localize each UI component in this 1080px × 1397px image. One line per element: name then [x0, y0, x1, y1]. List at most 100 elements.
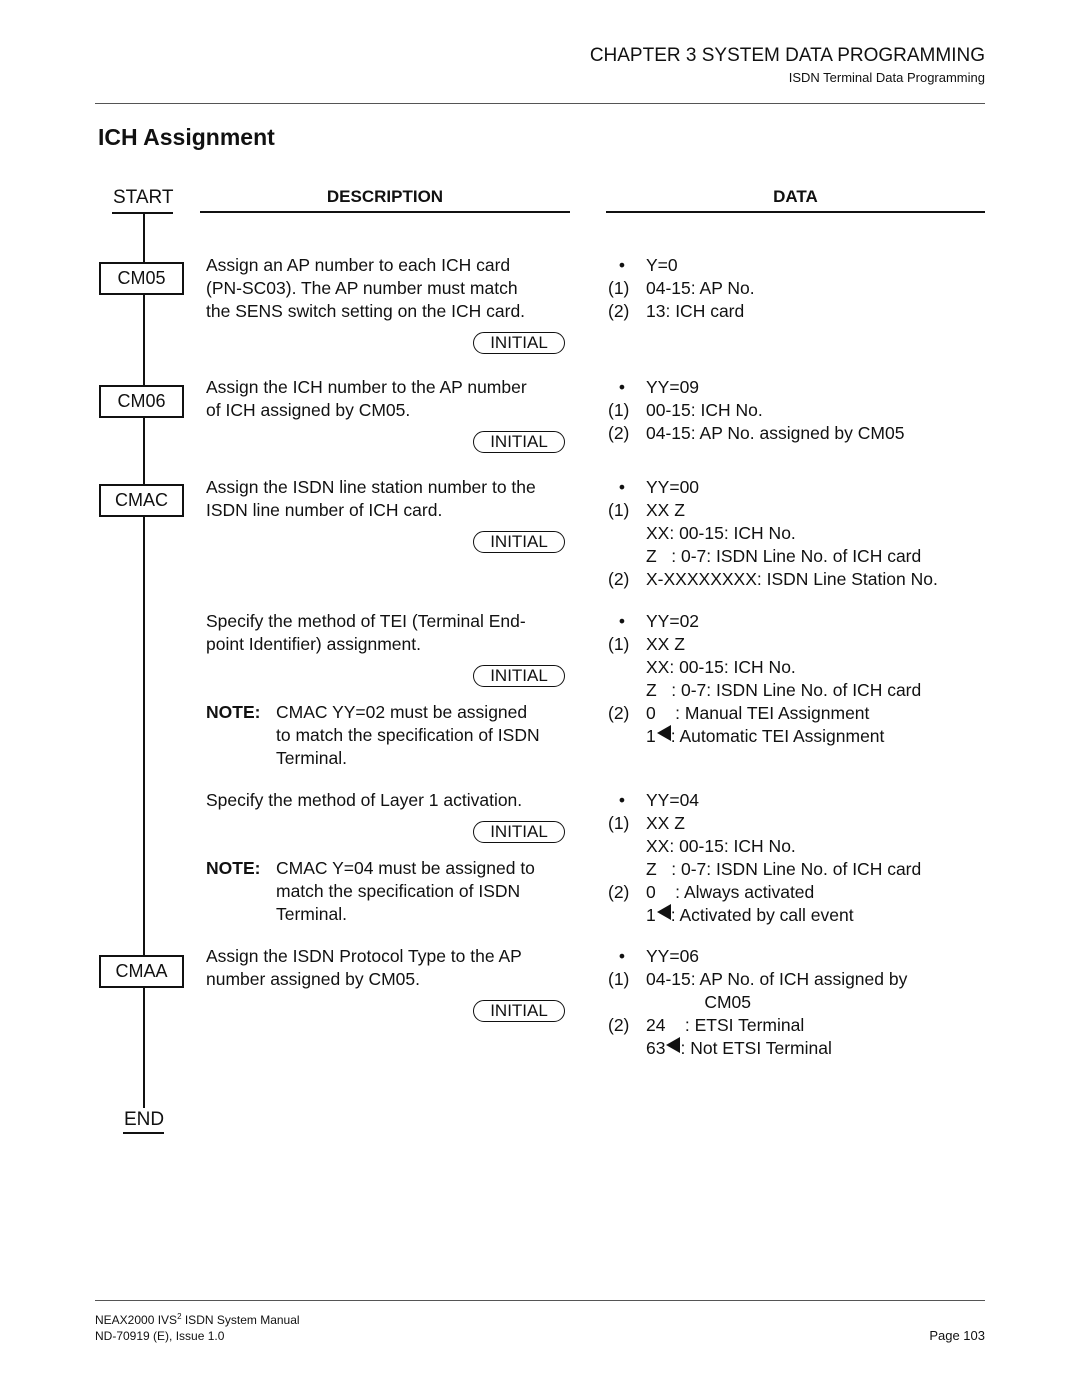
data-text: 04-15: AP No. assigned by CM05: [646, 423, 905, 443]
footer-divider: [95, 1300, 985, 1301]
data-text: XX Z: [646, 500, 685, 520]
description-column-header: DESCRIPTION: [326, 187, 444, 206]
note-cmac-yy02: NOTE: CMAC YY=02 must be assigned to match…: [206, 701, 576, 770]
data-row: XX: 00-15: ICH No.: [608, 522, 998, 545]
command-box-cmac: CMAC: [99, 484, 184, 517]
data-row: (1) XX Z: [608, 499, 998, 522]
data-text: : Automatic TEI Assignment: [670, 726, 885, 746]
data-row: (1) XX Z: [608, 812, 998, 835]
data-text: CM05: [646, 992, 752, 1012]
data-row: (2) X-XXXXXXXX: ISDN Line Station No.: [608, 568, 998, 591]
data-marker: (2): [608, 301, 630, 321]
data-row: • YY=09: [608, 376, 998, 399]
data-marker: (2): [608, 569, 630, 589]
data-marker: •: [618, 611, 626, 631]
data-column-header: DATA: [773, 187, 818, 206]
description-line: Assign the ICH number to the AP number: [206, 377, 527, 397]
default-marker-icon: [656, 904, 671, 920]
data-row: • YY=06: [608, 945, 998, 968]
data-text: YY=04: [646, 790, 700, 810]
data-marker: (1): [608, 634, 630, 654]
step-cmaa-description: Assign the ISDN Protocol Type to the AP …: [206, 945, 576, 991]
flow-end-label: END: [124, 1109, 165, 1130]
data-row: XX: 00-15: ICH No.: [608, 835, 998, 858]
initial-badge: INITIAL: [473, 1000, 565, 1022]
description-line: Assign the ISDN Protocol Type to the AP: [206, 946, 522, 966]
note-cmac-yy04: NOTE: CMAC Y=04 must be assigned to match …: [206, 857, 576, 926]
note-line: Terminal.: [276, 904, 347, 924]
command-box-cmaa: CMAA: [99, 955, 184, 988]
data-row: • YY=00: [608, 476, 998, 499]
data-marker: [608, 991, 646, 1014]
step-cmac-yy04-data: • YY=04 (1) XX Z XX: 00-15: ICH No. Z : 0-…: [608, 789, 998, 927]
data-marker: (1): [608, 400, 630, 420]
default-marker-icon: [666, 1037, 681, 1053]
step-cm05-data: • Y=0 (1) 04-15: AP No. (2) 13: ICH card: [608, 254, 998, 323]
data-row-default: 1: Activated by call event: [608, 904, 998, 927]
data-marker: (2): [608, 1015, 630, 1035]
data-text: Z : 0-7: ISDN Line No. of ICH card: [646, 859, 922, 879]
data-text: 04-15: AP No. of ICH assigned by: [646, 969, 908, 989]
data-row: • YY=02: [608, 610, 998, 633]
description-line: number assigned by CM05.: [206, 969, 420, 989]
data-marker: (1): [608, 813, 630, 833]
note-line: match the specification of ISDN: [276, 881, 521, 901]
step-cmaa-data: • YY=06 (1) 04-15: AP No. of ICH assigned …: [608, 945, 998, 1060]
flow-start-label: START: [113, 187, 174, 208]
data-marker: [608, 858, 646, 881]
description-line: of ICH assigned by CM05.: [206, 400, 411, 420]
data-text: 24 : ETSI Terminal: [646, 1015, 805, 1035]
data-text: Y=0: [646, 255, 678, 275]
note-line: Terminal.: [276, 748, 347, 768]
data-row: Z : 0-7: ISDN Line No. of ICH card: [608, 858, 998, 881]
manual-suffix: ISDN System Manual: [181, 1313, 300, 1327]
data-text: YY=09: [646, 377, 700, 397]
step-cm05-description: Assign an AP number to each ICH card (PN…: [206, 254, 576, 323]
data-text: XX: 00-15: ICH No.: [646, 836, 796, 856]
data-text: 0 : Always activated: [646, 882, 815, 902]
data-marker: •: [618, 477, 626, 497]
step-cmac-yy02-description: Specify the method of TEI (Terminal End-…: [206, 610, 576, 656]
data-row: (1) 00-15: ICH No.: [608, 399, 998, 422]
data-header-rule: [606, 211, 985, 213]
data-marker: •: [618, 377, 626, 397]
description-line: Assign the ISDN line station number to t…: [206, 477, 536, 497]
data-marker: (1): [608, 500, 630, 520]
page-title: ICH Assignment: [98, 124, 275, 150]
data-row-default: 1: Automatic TEI Assignment: [608, 725, 998, 748]
note-label: NOTE:: [206, 858, 261, 878]
data-row: Z : 0-7: ISDN Line No. of ICH card: [608, 679, 998, 702]
step-cmac-yy00-description: Assign the ISDN line station number to t…: [206, 476, 576, 522]
data-row: (2) 13: ICH card: [608, 300, 998, 323]
data-marker: •: [618, 946, 626, 966]
initial-badge: INITIAL: [473, 332, 565, 354]
header-divider: [95, 103, 985, 104]
page-number: Page 103: [929, 1328, 985, 1343]
step-cm06-data: • YY=09 (1) 00-15: ICH No. (2) 04-15: AP No…: [608, 376, 998, 445]
description-line: Specify the method of TEI (Terminal End-: [206, 611, 526, 631]
data-marker: (2): [608, 423, 630, 443]
description-line: the SENS switch setting on the ICH card.: [206, 301, 526, 321]
data-marker: [608, 1037, 646, 1060]
note-line: to match the specification of ISDN: [276, 725, 540, 745]
step-cmac-yy00-data: • YY=00 (1) XX Z XX: 00-15: ICH No. Z : 0-…: [608, 476, 998, 591]
command-box-cm06: CM06: [99, 385, 184, 418]
footer-manual-title: NEAX2000 IVS2 ISDN System Manual: [95, 1312, 300, 1327]
data-text: XX Z: [646, 813, 685, 833]
data-marker: [608, 679, 646, 702]
data-text: Z : 0-7: ISDN Line No. of ICH card: [646, 546, 922, 566]
data-text: 00-15: ICH No.: [646, 400, 763, 420]
data-text: X-XXXXXXXX: ISDN Line Station No.: [646, 569, 938, 589]
description-line: point Identifier) assignment.: [206, 634, 421, 654]
data-text: YY=00: [646, 477, 700, 497]
data-row: (1) 04-15: AP No.: [608, 277, 998, 300]
description-line: (PN-SC03). The AP number must match: [206, 278, 518, 298]
chapter-title: CHAPTER 3 SYSTEM DATA PROGRAMMING: [589, 45, 985, 66]
data-row: (1) 04-15: AP No. of ICH assigned by: [608, 968, 998, 991]
data-text: : Not ETSI Terminal: [680, 1038, 832, 1058]
initial-badge: INITIAL: [473, 821, 565, 843]
data-marker: [608, 656, 646, 679]
initial-badge: INITIAL: [473, 431, 565, 453]
data-marker: (2): [608, 882, 630, 902]
note-label: NOTE:: [206, 702, 261, 722]
